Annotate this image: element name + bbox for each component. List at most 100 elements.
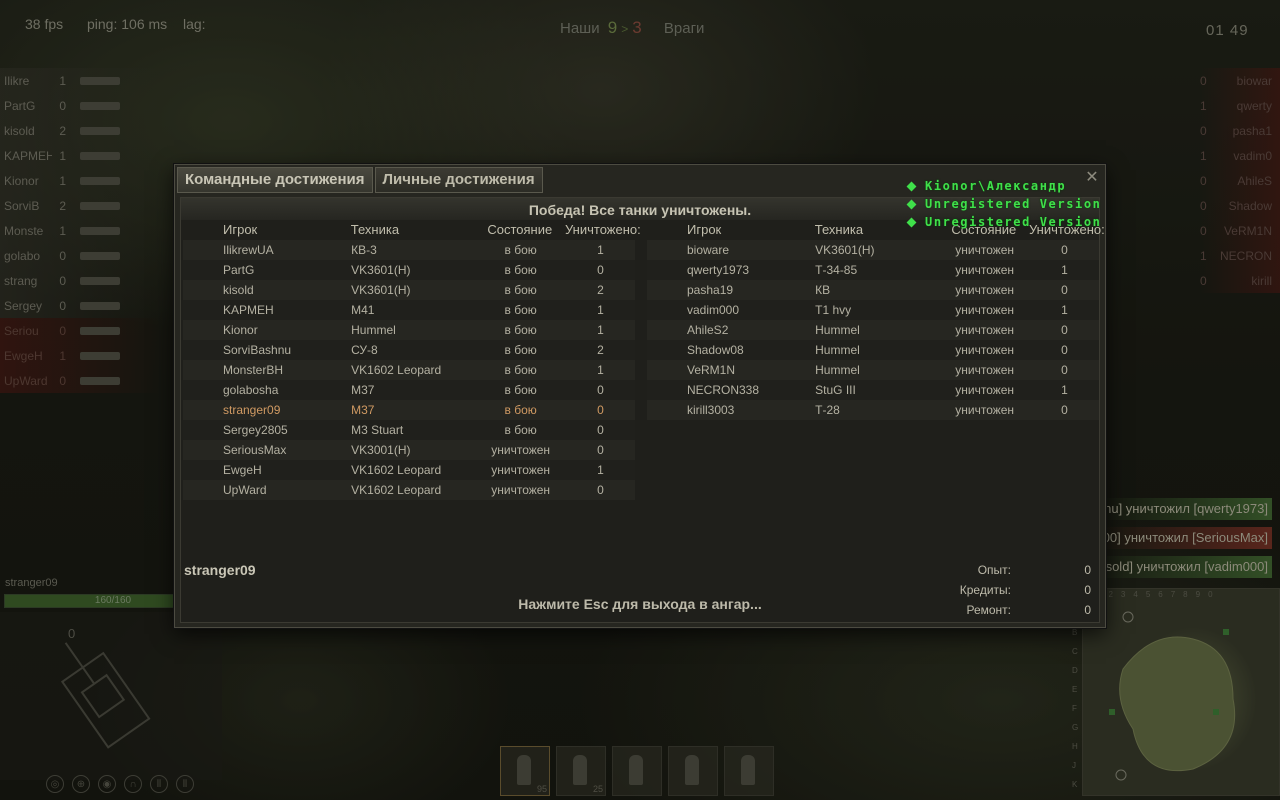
tank-icon — [80, 126, 120, 135]
cell-vehicle: Hummel — [351, 323, 396, 337]
cell-state: уничтожен — [955, 303, 1015, 317]
gun-sight-icon: ⊕ — [72, 775, 90, 793]
ammo-slot[interactable] — [668, 746, 718, 796]
table-row: bioware VK3601(H) уничтожен 0 — [647, 240, 1099, 260]
frag-count: 0 — [1200, 198, 1207, 213]
allies-results-table: Игрок Техника Состояние Уничтожено: Ilik… — [183, 220, 641, 500]
list-item: strang 0 — [0, 268, 160, 293]
tank-icon — [80, 276, 120, 285]
tab-personal-achievements[interactable]: Личные достижения — [374, 167, 543, 193]
base-marker-icon — [1115, 769, 1127, 781]
tank-icon — [80, 301, 120, 310]
list-item: golabo 0 — [0, 243, 160, 268]
cell-player: bioware — [687, 243, 730, 257]
ammo-slot[interactable] — [724, 746, 774, 796]
table-row: golabosha M37 в бою 0 — [183, 380, 635, 400]
player-name: AhileS — [1237, 173, 1272, 188]
cell-state: в бою — [504, 263, 537, 277]
kill-feed-entry: kisold] уничтожил [vadim000] — [1092, 556, 1272, 578]
cell-vehicle: VK3601(H) — [815, 243, 875, 257]
minimap-row-label: D — [1072, 666, 1078, 675]
table-header: Игрок Техника Состояние Уничтожено: — [183, 220, 641, 240]
frag-count: 1 — [59, 173, 66, 188]
player-name: Monste — [4, 223, 44, 238]
player-name: Kionor — [4, 173, 39, 188]
player-name: UpWard — [4, 373, 48, 388]
reward-value: 0 — [1084, 583, 1091, 597]
rewards-summary: Опыт: 0 Кредиты: 0 Ремонт: 0 — [921, 560, 1091, 620]
lag-readout: lag: — [183, 16, 206, 32]
cell-state: уничтожен — [955, 263, 1015, 277]
cell-kills: 0 — [597, 483, 604, 497]
table-row: MonsterBH VK1602 Leopard в бою 1 — [183, 360, 635, 380]
frag-count: 0 — [1200, 273, 1207, 288]
table-row: SeriousMax VK3001(H) уничтожен 0 — [183, 440, 635, 460]
tab-team-achievements[interactable]: Командные достижения — [177, 167, 373, 193]
battle-timer: 01 49 — [1206, 22, 1249, 39]
list-item: Seriou 0 — [0, 318, 160, 343]
overlay-line: Kionor\Александр — [904, 177, 1102, 195]
table-row: NECRON338 StuG III уничтожен 1 — [647, 380, 1099, 400]
tank-schematic-icon — [60, 642, 151, 749]
frag-count: 1 — [59, 148, 66, 163]
enemies-panel: 0 biowar 1 qwerty 0 pasha1 1 vadim0 0 AhileS 0 Shad… — [1200, 68, 1280, 293]
speed-readout: 0 — [68, 626, 76, 641]
minimap-row-label: E — [1072, 685, 1078, 694]
list-item: 0 biowar — [1200, 68, 1280, 93]
cell-vehicle: M37 — [351, 403, 375, 417]
cell-kills: 1 — [597, 463, 604, 477]
minimap-column-labels: 1234567890 — [1096, 590, 1213, 599]
kill-feed-entry: 00] уничтожил [SeriousMax] — [1098, 527, 1272, 549]
ammo-slot[interactable]: 95 — [500, 746, 550, 796]
list-item: UpWard 0 — [0, 368, 160, 393]
table-row: KAPMEH M41 в бою 1 — [183, 300, 635, 320]
tank-icon — [80, 376, 120, 385]
minimap[interactable] — [1082, 588, 1280, 796]
frag-count: 0 — [59, 298, 66, 313]
cell-player: pasha19 — [687, 283, 734, 297]
cell-state: в бою — [504, 283, 537, 297]
score-arrow-icon: > — [621, 22, 629, 36]
tank-icon — [80, 226, 120, 235]
table-row: Sergey2805 M3 Stuart в бою 0 — [183, 420, 635, 440]
reward-label: Ремонт: — [966, 603, 1011, 617]
ammo-slot[interactable]: 25 — [556, 746, 606, 796]
repair-kit-icon — [685, 755, 699, 785]
cell-vehicle: Т-34-85 — [815, 263, 858, 277]
table-row: UpWard VK1602 Leopard уничтожен 0 — [183, 480, 635, 500]
results-panel: Победа! Все танки уничтожены. Игрок Техн… — [180, 197, 1105, 623]
reward-value: 0 — [1084, 603, 1091, 617]
frag-count: 0 — [59, 373, 66, 388]
list-item: EwgeH 1 — [0, 343, 160, 368]
cell-player: stranger09 — [223, 403, 281, 417]
list-item: 0 VeRM1N — [1200, 218, 1280, 243]
player-panel-name: stranger09 — [5, 577, 58, 589]
table-row: VeRM1N Hummel уничтожен 0 — [647, 360, 1099, 380]
ally-marker-icon — [1109, 709, 1115, 715]
cell-vehicle: VK1602 Leopard — [351, 483, 442, 497]
cell-kills: 0 — [1061, 243, 1068, 257]
cell-vehicle: M41 — [351, 303, 375, 317]
cell-state: уничтожен — [955, 383, 1015, 397]
cell-vehicle: Hummel — [815, 323, 860, 337]
list-item: Sergey 0 — [0, 293, 160, 318]
tank-icon — [80, 251, 120, 260]
ammo-slot[interactable] — [612, 746, 662, 796]
crew-icon: ⫴ — [150, 775, 168, 793]
allies-panel: Ilikre 1 PartG 0 kisold 2 KAPMEH 1 Kionor 1 SorviB… — [0, 68, 160, 393]
reward-label: Кредиты: — [959, 583, 1011, 597]
table-row: EwgeH VK1602 Leopard уничтожен 1 — [183, 460, 635, 480]
player-name: EwgeH — [4, 348, 43, 363]
cell-vehicle: Т-28 — [815, 403, 840, 417]
list-item: Monste 1 — [0, 218, 160, 243]
diamond-icon — [906, 181, 917, 191]
cell-vehicle: Hummel — [815, 363, 860, 377]
reward-row: Опыт: 0 — [921, 560, 1091, 580]
minimap-col-label: 6 — [1158, 590, 1163, 599]
diamond-icon — [906, 217, 917, 227]
list-item: Kionor 1 — [0, 168, 160, 193]
cell-player: MonsterBH — [223, 363, 284, 377]
player-name: pasha1 — [1232, 123, 1272, 138]
ally-marker-icon — [1213, 709, 1219, 715]
cell-player: SorviBashnu — [223, 343, 292, 357]
